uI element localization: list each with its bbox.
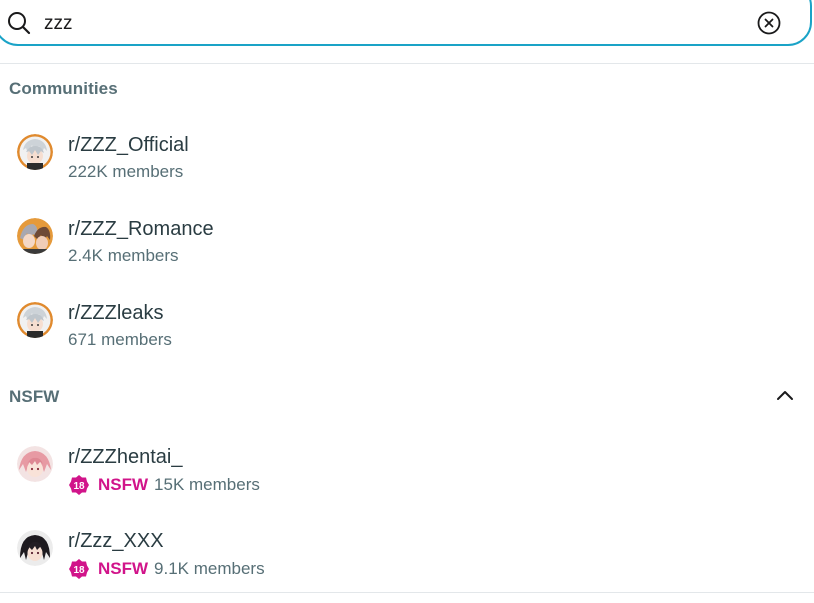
nsfw-label: NSFW bbox=[98, 475, 149, 494]
community-item-zzz-romance[interactable]: r/ZZZ_Romance 2.4K members bbox=[0, 218, 814, 302]
community-members: 2.4K members bbox=[68, 246, 179, 266]
community-name: r/Zzz_XXX bbox=[68, 530, 164, 552]
avatar bbox=[17, 302, 53, 338]
member-count: 9.1K members bbox=[154, 559, 265, 578]
community-item-zzzleaks[interactable]: r/ZZZleaks 671 members bbox=[0, 302, 814, 386]
community-members: 222K members bbox=[68, 162, 183, 182]
community-members: 18 NSFW 9.1K members bbox=[68, 558, 265, 580]
avatar bbox=[17, 530, 53, 566]
member-count: 222K members bbox=[68, 162, 184, 181]
community-name: r/ZZZ_Romance bbox=[68, 218, 214, 240]
avatar-anime-couple-icon bbox=[17, 218, 53, 254]
communities-section-title: Communities bbox=[9, 79, 118, 98]
avatar bbox=[17, 134, 53, 170]
nsfw-badge-number: 18 bbox=[73, 565, 85, 576]
community-members: 671 members bbox=[68, 330, 172, 350]
search-icon bbox=[8, 12, 31, 35]
community-item-zzz-official[interactable]: r/ZZZ_Official 222K members bbox=[0, 134, 814, 218]
chevron-up-icon[interactable] bbox=[774, 384, 796, 406]
bottom-divider bbox=[0, 592, 814, 593]
avatar bbox=[17, 446, 53, 482]
nsfw-18-badge-icon: 18 bbox=[69, 475, 89, 495]
nsfw-section-title: NSFW bbox=[9, 387, 60, 406]
avatar-anime-silver-hair-icon bbox=[17, 134, 53, 170]
search-results-page: Communities r/ZZZ_Official 222K members bbox=[0, 0, 814, 603]
avatar-anime-pink-hair-icon bbox=[17, 446, 53, 482]
avatar bbox=[17, 218, 53, 254]
avatar-anime-dark-hair-icon bbox=[17, 530, 53, 566]
search-divider bbox=[0, 63, 814, 64]
clear-icon[interactable] bbox=[756, 10, 782, 36]
community-item-zzzhentai[interactable]: r/ZZZhentai_ 18 NSFW 15K members bbox=[0, 446, 814, 530]
avatar-anime-silver-hair-icon bbox=[17, 302, 53, 338]
member-count: 15K members bbox=[154, 475, 260, 494]
search-bar[interactable] bbox=[0, 0, 812, 46]
community-name: r/ZZZ_Official bbox=[68, 134, 189, 156]
member-count: 2.4K members bbox=[68, 246, 179, 265]
community-name: r/ZZZhentai_ bbox=[68, 446, 183, 468]
nsfw-badge-number: 18 bbox=[73, 481, 85, 492]
nsfw-label: NSFW bbox=[98, 559, 149, 578]
community-name: r/ZZZleaks bbox=[68, 302, 164, 324]
search-input[interactable] bbox=[44, 11, 724, 37]
community-members: 18 NSFW 15K members bbox=[68, 474, 260, 496]
member-count: 671 members bbox=[68, 330, 172, 349]
nsfw-18-badge-icon: 18 bbox=[69, 559, 89, 579]
